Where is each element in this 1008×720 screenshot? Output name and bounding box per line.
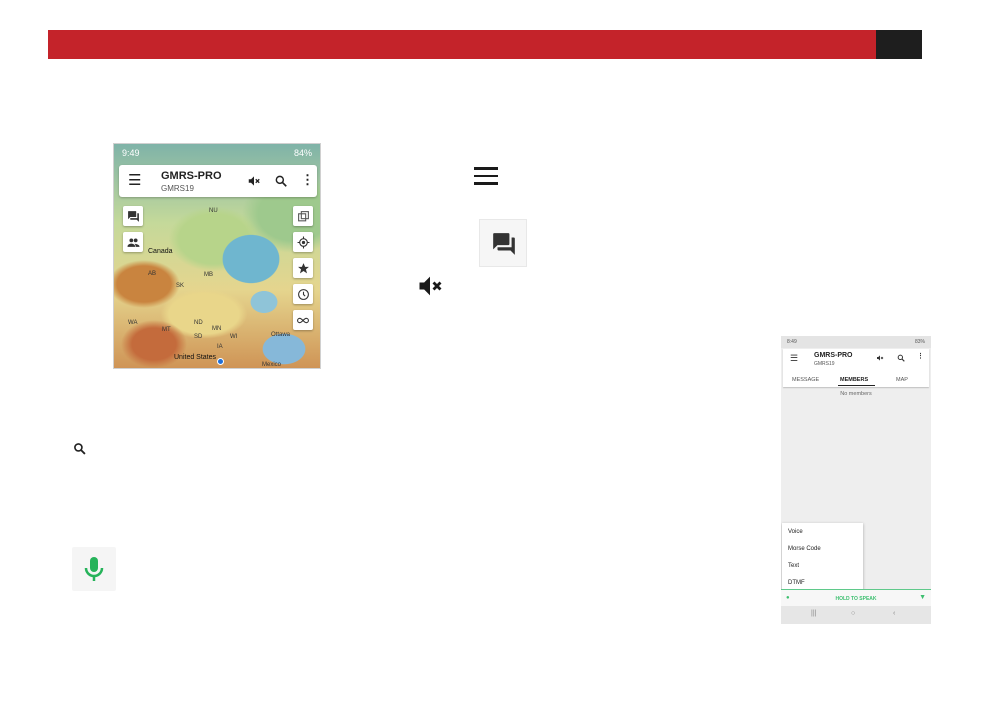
- status-bar: 8:49 83%: [781, 336, 931, 348]
- map-label-mn: MN: [212, 326, 222, 332]
- back-icon[interactable]: ‹: [893, 610, 895, 617]
- mic-button-enlarged: [72, 547, 116, 591]
- mute-icon: [419, 276, 442, 296]
- status-battery: 84%: [293, 148, 312, 158]
- map-label-nd: ND: [194, 320, 203, 326]
- menu-icon: [474, 167, 498, 185]
- history-button[interactable]: [293, 284, 313, 304]
- location-pin-icon[interactable]: ▼: [919, 594, 926, 601]
- map-label-nu: NU: [209, 208, 218, 214]
- app-title: GMRS-PRO: [161, 170, 222, 182]
- menu-icon[interactable]: ☰: [790, 353, 798, 364]
- chat-icon: [493, 233, 515, 255]
- favorites-button[interactable]: [293, 258, 313, 278]
- menu-item-dtmf[interactable]: DTMF: [788, 580, 805, 586]
- status-time: 9:49: [122, 148, 140, 158]
- star-icon: [297, 262, 309, 273]
- locate-icon: [297, 236, 309, 248]
- recents-icon[interactable]: |||: [811, 610, 816, 617]
- map-label-canada: Canada: [148, 248, 173, 255]
- channel-name: GMRS19: [814, 361, 835, 367]
- search-icon[interactable]: [274, 174, 288, 188]
- empty-state-text: No members: [840, 391, 872, 397]
- channel-name: GMRS19: [161, 184, 194, 193]
- page-number-box: [876, 30, 922, 59]
- header-banner: [48, 30, 876, 59]
- android-nav-bar: ||| ○ ‹: [781, 606, 931, 624]
- people-icon: [127, 237, 139, 247]
- chat-button[interactable]: [123, 206, 143, 226]
- push-to-talk-bar[interactable]: ● HOLD TO SPEAK ▼: [781, 589, 931, 607]
- infinity-icon: [297, 317, 309, 323]
- map-label-wi: WI: [230, 334, 238, 340]
- phone-screenshot: 8:49 83% ☰ GMRS-PRO GMRS19 ⋮ MESSAGE MEM…: [781, 336, 931, 624]
- mode-menu: Voice Morse Code Text DTMF: [782, 523, 863, 591]
- hold-to-speak-label: HOLD TO SPEAK: [835, 596, 877, 602]
- active-tab-indicator: [838, 385, 875, 386]
- mute-icon[interactable]: [876, 354, 884, 362]
- tab-message[interactable]: MESSAGE: [792, 377, 819, 383]
- menu-item-text[interactable]: Text: [788, 563, 799, 569]
- map-label-mb: MB: [204, 272, 213, 278]
- chat-icon: [127, 210, 139, 222]
- status-bar: 9:49 84%: [114, 144, 320, 162]
- search-icon: [74, 443, 86, 455]
- tab-map[interactable]: MAP: [896, 377, 908, 383]
- map-label-sk: SK: [176, 283, 185, 289]
- locate-button[interactable]: [293, 232, 313, 252]
- map-screenshot: 9:49 84% ☰ GMRS-PRO GMRS19 ⋮ NU Canada A…: [113, 143, 321, 369]
- map-label-mt: MT: [162, 327, 171, 333]
- map-label-united-states: United States: [174, 354, 217, 361]
- app-header: ☰ GMRS-PRO GMRS19 ⋮ MESSAGE MEMBERS MAP: [783, 349, 929, 387]
- map-label-sd: SD: [194, 334, 203, 340]
- search-icon[interactable]: [897, 354, 905, 362]
- more-vert-icon[interactable]: ⋮: [917, 352, 924, 360]
- app-header: ☰ GMRS-PRO GMRS19 ⋮: [119, 165, 317, 197]
- map-label-wa: WA: [128, 320, 138, 326]
- mic-icon: [84, 557, 104, 581]
- more-vert-icon[interactable]: ⋮: [301, 173, 314, 187]
- menu-item-voice[interactable]: Voice: [788, 529, 803, 535]
- history-icon: [297, 288, 309, 300]
- mute-icon[interactable]: [247, 174, 261, 188]
- menu-icon[interactable]: ☰: [128, 173, 141, 189]
- app-title: GMRS-PRO: [814, 352, 853, 359]
- track-button[interactable]: [293, 310, 313, 330]
- status-battery: 83%: [914, 339, 925, 345]
- tab-bar: MESSAGE MEMBERS MAP: [783, 374, 929, 386]
- map-label-ottawa: Ottawa: [271, 332, 291, 338]
- status-time: 8:49: [787, 339, 797, 345]
- map-label-mexico: Mexico: [262, 362, 282, 368]
- chat-button-enlarged: [479, 219, 527, 267]
- layers-button[interactable]: [293, 206, 313, 226]
- menu-item-morse-code[interactable]: Morse Code: [788, 546, 821, 552]
- map-label-ia: IA: [217, 344, 223, 350]
- layers-icon: [297, 210, 309, 221]
- members-button[interactable]: [123, 232, 143, 252]
- tab-members[interactable]: MEMBERS: [840, 377, 868, 383]
- map-label-ab: AB: [148, 271, 157, 277]
- my-location-dot: [217, 358, 224, 365]
- home-icon[interactable]: ○: [851, 610, 855, 617]
